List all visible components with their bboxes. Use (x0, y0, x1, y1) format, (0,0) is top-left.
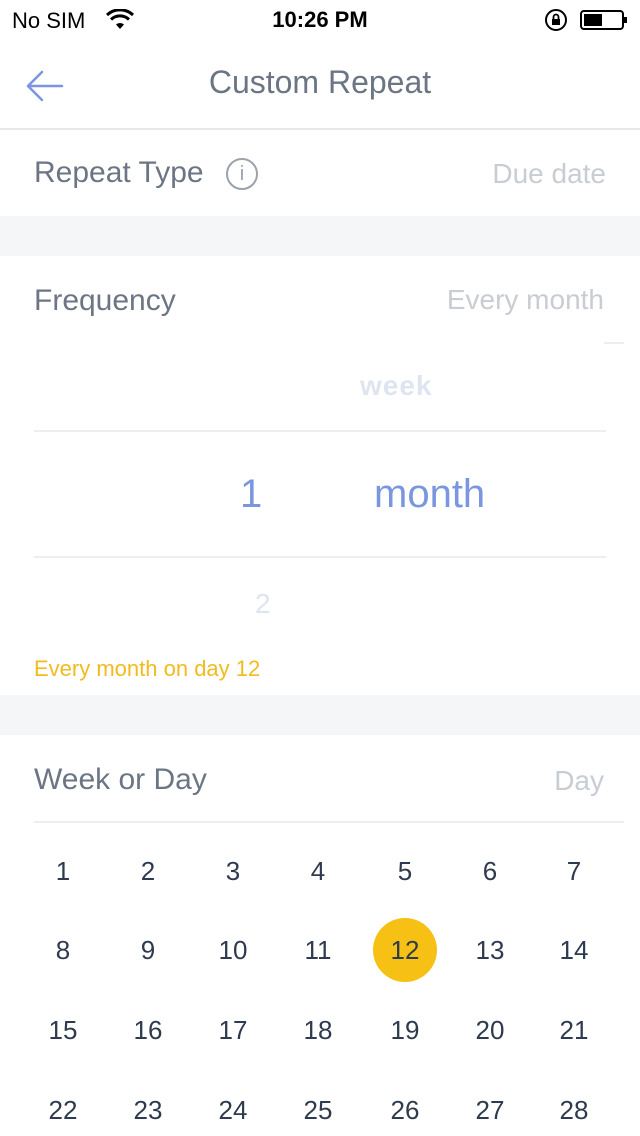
navigation-bar: Custom Repeat (0, 40, 640, 130)
calendar-day[interactable]: 4 (283, 851, 353, 891)
calendar-day[interactable]: 16 (113, 1010, 183, 1050)
rotation-lock-icon (545, 9, 567, 31)
frequency-picker[interactable]: week 1 month 2 (0, 344, 640, 644)
calendar-day[interactable]: 27 (455, 1090, 525, 1130)
week-or-day-divider (34, 821, 624, 823)
repeat-type-row[interactable]: Repeat Type i Due date (0, 130, 640, 216)
repeat-type-label: Repeat Type (34, 156, 204, 189)
frequency-summary: Every month on day 12 (34, 656, 261, 681)
calendar-day[interactable]: 6 (455, 851, 525, 891)
calendar-day-selected[interactable]: 12 (370, 930, 440, 970)
battery-icon (580, 10, 627, 30)
status-bar: No SIM 10:26 PM (0, 0, 640, 40)
calendar-day[interactable]: 25 (283, 1090, 353, 1130)
week-or-day-value: Day (554, 765, 604, 796)
calendar-day[interactable]: 10 (198, 930, 268, 970)
calendar-day[interactable]: 20 (455, 1010, 525, 1050)
picker-number-selected[interactable]: 1 (240, 472, 262, 517)
calendar-day[interactable]: 14 (539, 930, 609, 970)
week-or-day-label: Week or Day (34, 763, 207, 796)
picker-unit-above[interactable]: week (360, 370, 433, 402)
calendar-day[interactable]: 17 (198, 1010, 268, 1050)
calendar-day[interactable]: 21 (539, 1010, 609, 1050)
calendar-day[interactable]: 22 (28, 1090, 98, 1130)
calendar-day[interactable]: 13 (455, 930, 525, 970)
frequency-label: Frequency (34, 284, 176, 317)
calendar-day[interactable]: 1 (28, 851, 98, 891)
calendar-day[interactable]: 26 (370, 1090, 440, 1130)
frequency-value: Every month (446, 284, 604, 315)
calendar-day[interactable]: 15 (28, 1010, 98, 1050)
section-separator (0, 695, 640, 735)
picker-unit-selected[interactable]: month (374, 472, 485, 517)
calendar-day[interactable]: 8 (28, 930, 98, 970)
calendar-day[interactable]: 19 (370, 1010, 440, 1050)
frequency-row[interactable]: Frequency Every month (0, 256, 640, 344)
section-separator (0, 216, 640, 256)
calendar-day[interactable]: 5 (370, 851, 440, 891)
calendar-day[interactable]: 18 (283, 1010, 353, 1050)
picker-bottom-divider (34, 556, 606, 558)
calendar-day[interactable]: 24 (198, 1090, 268, 1130)
calendar-day[interactable]: 9 (113, 930, 183, 970)
day-grid: 1 2 3 4 5 6 7 8 9 10 11 12 13 14 15 16 17 18 19 20 21 22 23 24 2… (0, 840, 640, 1136)
calendar-day[interactable]: 2 (113, 851, 183, 891)
week-or-day-row[interactable]: Week or Day Day (0, 735, 640, 821)
calendar-day[interactable]: 11 (283, 930, 353, 970)
calendar-day[interactable]: 7 (539, 851, 609, 891)
calendar-day[interactable]: 23 (113, 1090, 183, 1130)
picker-number-below[interactable]: 2 (255, 588, 271, 620)
info-icon[interactable]: i (226, 158, 258, 190)
repeat-type-value: Due date (492, 158, 606, 189)
calendar-day[interactable]: 28 (539, 1090, 609, 1130)
picker-top-divider (34, 430, 606, 432)
page-title: Custom Repeat (208, 64, 432, 100)
calendar-day[interactable]: 3 (198, 851, 268, 891)
